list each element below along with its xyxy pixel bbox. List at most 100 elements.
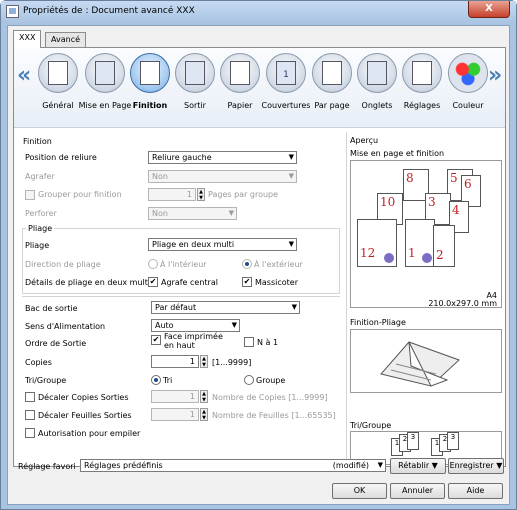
face-imprimee-checkbox[interactable]: ✔ — [151, 335, 161, 345]
copies-spin-buttons[interactable]: ▲ ▼ — [200, 355, 208, 368]
perforer-combo[interactable]: Non ▼ — [148, 207, 237, 220]
position-value: Reliure gauche — [152, 153, 212, 162]
decaler-feuilles-label: Décaler Feuilles Sorties — [38, 411, 132, 420]
groupe-radio[interactable] — [244, 375, 254, 385]
modifie-label: (modifié) — [332, 461, 369, 470]
category-reglages[interactable]: Réglages — [400, 50, 444, 126]
n-a-1-label: N à 1 — [257, 338, 279, 347]
direction-exterieur-label: À l'extérieur — [254, 260, 303, 269]
category-onglets[interactable]: Onglets — [355, 50, 399, 126]
properties-window: Propriétés de : Document avancé XXX X XX… — [0, 0, 517, 510]
sens-combo[interactable]: Auto ▼ — [151, 319, 240, 332]
settings-icon — [402, 53, 442, 93]
divider — [22, 296, 340, 297]
bac-combo[interactable]: Par défaut ▼ — [151, 301, 300, 314]
color-icon — [448, 53, 488, 93]
apercu-header: Aperçu — [350, 136, 379, 145]
massicoter-label: Massicoter — [255, 278, 299, 287]
pliage-header: Pliage — [26, 224, 55, 233]
sens-value: Auto — [155, 321, 174, 330]
title-bar[interactable]: Propriétés de : Document avancé XXX X — [1, 1, 516, 23]
chevron-down-icon: ▼ — [288, 153, 294, 161]
enregistrer-button[interactable]: Enregistrer ▼ — [448, 458, 504, 474]
finition-header: Finition — [23, 137, 52, 146]
paper-dimensions: 210.0x297.0 mm — [428, 299, 497, 308]
decaler-feuilles-spin[interactable]: 1 — [151, 408, 199, 421]
mise-en-page-label: Mise en page et finition — [350, 149, 445, 158]
chevron-down-icon: ▼ — [288, 172, 294, 180]
direction-label: Direction de pliage — [25, 260, 101, 269]
category-papier[interactable]: Papier — [218, 50, 262, 126]
category-mise-en-page[interactable]: Mise en Page — [79, 50, 131, 126]
category-finition[interactable]: Finition — [128, 50, 172, 126]
decaler-feuilles-spin-buttons[interactable]: ▲ ▼ — [200, 408, 208, 421]
direction-exterieur-radio[interactable] — [242, 259, 252, 269]
output-icon — [175, 53, 215, 93]
decaler-copies-spin[interactable]: 1 — [151, 390, 199, 403]
decaler-copies-checkbox[interactable] — [25, 392, 35, 402]
finition-pliage-label: Finition-Pliage — [350, 318, 406, 327]
copies-spin[interactable]: 1 — [151, 355, 199, 368]
tri-radio[interactable] — [151, 375, 161, 385]
decaler-feuilles-checkbox[interactable] — [25, 410, 35, 420]
direction-interieur-label: À l'intérieur — [160, 260, 207, 269]
sens-label: Sens d'Alimentation — [25, 322, 106, 331]
favori-label: Réglage favori — [18, 462, 76, 471]
grouper-checkbox[interactable] — [25, 190, 35, 200]
agrafe-central-label: Agrafe central — [161, 278, 218, 287]
close-button[interactable]: X — [468, 1, 510, 18]
category-couvertures[interactable]: 1 Couvertures — [262, 50, 310, 126]
annuler-button[interactable]: Annuler — [390, 483, 445, 499]
favori-combo[interactable]: Réglages prédéfinis (modifié) ▼ — [80, 459, 386, 472]
tab-xxx[interactable]: XXX — [13, 30, 42, 48]
bac-label: Bac de sortie — [25, 304, 78, 313]
grouper-spin-buttons[interactable]: ▲ ▼ — [197, 188, 205, 201]
decaler-copies-hint: Nombre de Copies [1...9999] — [212, 393, 328, 402]
bac-value: Par défaut — [155, 303, 197, 312]
decaler-feuilles-hint: Nombre de Feuilles [1...65535] — [212, 411, 336, 420]
tab-avance[interactable]: Avancé — [45, 32, 87, 48]
tabs-icon — [357, 53, 397, 93]
category-sortir[interactable]: Sortir — [173, 50, 217, 126]
pliage-label: Pliage — [25, 241, 50, 250]
pliage-combo[interactable]: Pliage en deux multi ▼ — [148, 238, 297, 251]
grouper-label: Grouper pour finition — [38, 190, 122, 199]
scroll-left-icon[interactable]: « — [17, 63, 31, 88]
category-general[interactable]: Général — [36, 50, 80, 126]
grouper-suffix: Pages par groupe — [208, 190, 279, 199]
aide-button[interactable]: Aide — [448, 483, 503, 499]
ok-button[interactable]: OK — [332, 483, 387, 499]
paper-icon — [220, 53, 260, 93]
category-par-page[interactable]: Par page — [310, 50, 354, 126]
layout-icon — [85, 53, 125, 93]
agrafe-central-checkbox[interactable]: ✔ — [148, 277, 158, 287]
panel-divider — [346, 132, 347, 462]
retablir-button[interactable]: Rétablir ▼ — [390, 458, 446, 474]
agrafer-label: Agrafer — [25, 172, 55, 181]
direction-interieur-radio[interactable] — [148, 259, 158, 269]
ordre-label: Ordre de Sortie — [25, 339, 87, 348]
n-a-1-checkbox[interactable] — [244, 337, 254, 347]
chevron-down-icon: ▼ — [377, 461, 383, 469]
category-couleur[interactable]: Couleur — [446, 50, 490, 126]
decaler-copies-spin-buttons[interactable]: ▲ ▼ — [200, 390, 208, 403]
details-label: Détails de pliage en deux multi — [25, 278, 151, 287]
autorisation-label: Autorisation pour empiler — [38, 429, 141, 438]
general-icon — [38, 53, 78, 93]
face-imprimee-label: Face imprimée en haut — [164, 332, 223, 350]
position-label: Position de reliure — [25, 153, 97, 162]
chevron-down-icon: ▼ — [288, 240, 294, 248]
grouper-spin[interactable]: 1 — [148, 188, 196, 201]
window-title: Propriétés de : Document avancé XXX — [23, 6, 195, 16]
layout-preview: 8 5 6 10 3 4 12 1 2 A4 210.0x297.0 mm — [350, 160, 502, 308]
finishing-icon — [130, 53, 170, 93]
agrafer-combo[interactable]: Non ▼ — [148, 170, 297, 183]
scroll-right-icon[interactable]: » — [488, 63, 502, 88]
autorisation-checkbox[interactable] — [25, 428, 35, 438]
perforer-label: Perforer — [25, 209, 57, 218]
massicoter-checkbox[interactable]: ✔ — [242, 277, 252, 287]
cover-icon: 1 — [266, 53, 306, 93]
fold-preview — [350, 329, 502, 393]
position-combo[interactable]: Reliure gauche ▼ — [148, 151, 297, 164]
perforer-value: Non — [152, 209, 168, 218]
